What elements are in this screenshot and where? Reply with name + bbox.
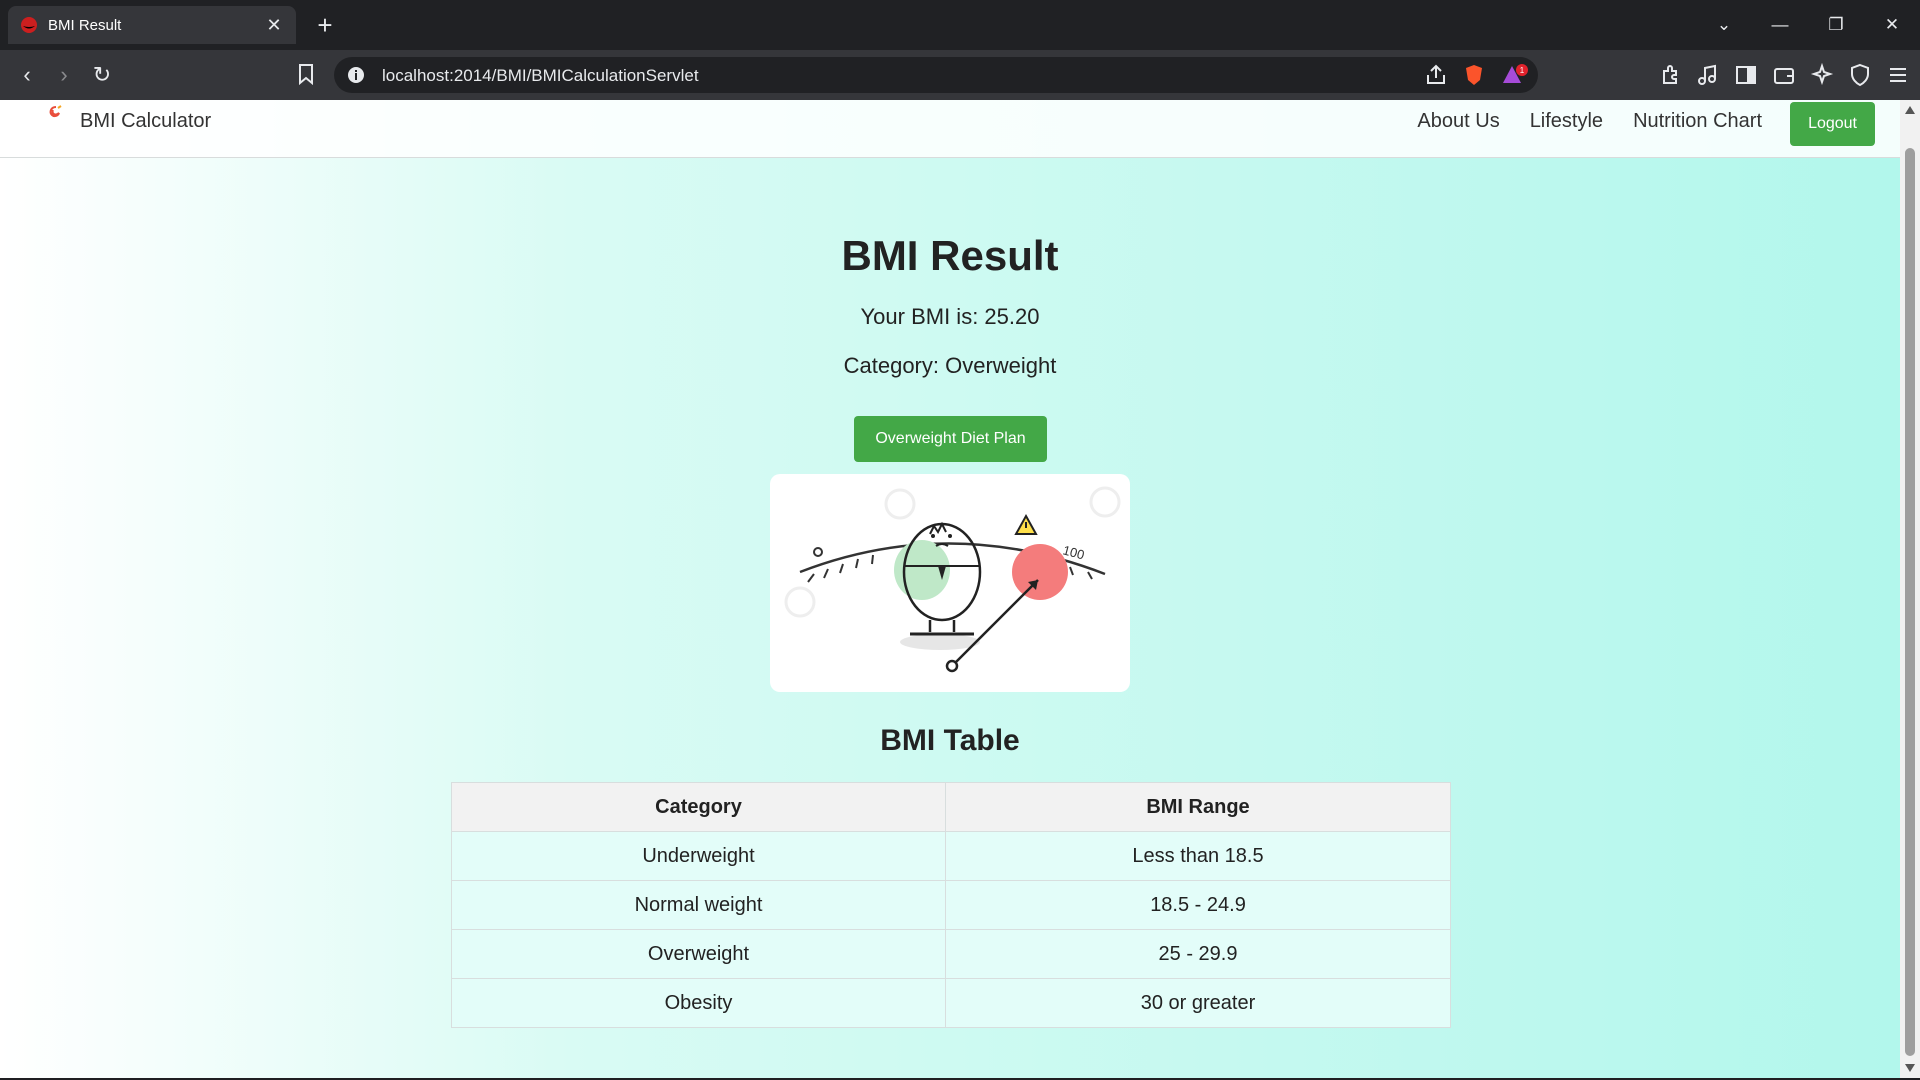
row-range: 25 - 29.9 [945,929,1451,979]
row-category: Normal weight [451,880,946,930]
brand[interactable]: BMI Calculator [44,104,212,133]
reload-icon[interactable]: ↻ [89,63,115,89]
scroll-down-icon[interactable] [1905,1064,1915,1072]
tab-close-icon[interactable]: ✕ [264,15,284,36]
row-range: 18.5 - 24.9 [945,880,1451,930]
browser-tab[interactable]: BMI Result ✕ [8,6,296,44]
menu-icon[interactable] [1886,63,1910,87]
back-icon[interactable]: ‹ [14,63,40,89]
extension-icons [1658,62,1910,87]
bmi-scale-illustration: 100 [770,474,1130,692]
brave-shields-icon[interactable] [1462,63,1486,87]
address-bar[interactable]: localhost:2014/BMI/BMICalculationServlet… [334,57,1538,93]
scroll-up-icon[interactable] [1905,106,1915,114]
window-controls: ⌄ — ❐ ✕ [1696,0,1920,50]
tab-search-icon[interactable]: ⌄ [1696,15,1752,35]
page-scrollbar[interactable] [1900,100,1920,1078]
bmi-table: Category BMI Range Underweight Less than… [451,782,1451,1028]
diet-plan-button[interactable]: Overweight Diet Plan [854,416,1047,462]
redhat-favicon-icon [21,17,37,33]
restore-icon[interactable]: ❐ [1808,15,1864,35]
header-category: Category [451,782,946,832]
page-viewport: BMI Calculator About Us Lifestyle Nutrit… [0,100,1900,1078]
nav-about-us[interactable]: About Us [1417,110,1499,133]
close-window-icon[interactable]: ✕ [1864,15,1920,35]
bmi-category-text: Category: Overweight [843,353,1057,378]
brand-name: BMI Calculator [80,110,212,132]
nav-links: About Us Lifestyle Nutrition Chart [1417,110,1762,133]
vpn-icon[interactable] [1848,63,1872,87]
scrollbar-thumb[interactable] [1905,148,1915,1056]
share-icon[interactable] [1424,63,1448,87]
media-icon[interactable] [1696,63,1720,87]
site-info-icon[interactable] [346,65,366,85]
wallet-icon[interactable] [1772,63,1796,87]
site-navbar: BMI Calculator About Us Lifestyle Nutrit… [0,100,1900,158]
bookmark-icon[interactable] [293,63,319,89]
tab-title: BMI Result [48,16,122,34]
page-title: BMI Result [841,232,1059,279]
logout-button[interactable]: Logout [1790,102,1875,146]
svg-text:1: 1 [1520,66,1525,75]
row-category: Obesity [451,978,946,1028]
table-row: Obesity 30 or greater [451,978,1451,1028]
row-category: Overweight [451,929,946,979]
url-text[interactable]: localhost:2014/BMI/BMICalculationServlet [382,66,699,86]
browser-tab-bar: BMI Result ✕ + ⌄ — ❐ ✕ [0,0,1920,50]
browser-toolbar: ‹ › ↻ localhost:2014/BMI/BMICalculationS… [0,50,1920,100]
table-title: BMI Table [880,724,1020,757]
row-category: Underweight [451,831,946,881]
nav-nutrition-chart[interactable]: Nutrition Chart [1633,110,1762,133]
leo-ai-icon[interactable] [1810,62,1834,87]
brand-logo-icon [49,104,62,117]
row-range: 30 or greater [945,978,1451,1028]
bmi-value-text: Your BMI is: 25.20 [860,304,1040,329]
table-row: Underweight Less than 18.5 [451,831,1451,881]
header-bmi-range: BMI Range [945,782,1451,832]
omnibox-actions: 1 [1424,63,1528,87]
nav-lifestyle[interactable]: Lifestyle [1530,110,1603,133]
extensions-icon[interactable] [1658,63,1682,87]
table-header-row: Category BMI Range [451,782,1451,832]
new-tab-icon[interactable]: + [310,10,340,40]
table-row: Overweight 25 - 29.9 [451,929,1451,979]
brave-rewards-icon[interactable]: 1 [1500,63,1528,87]
row-range: Less than 18.5 [945,831,1451,881]
sidebar-icon[interactable] [1734,63,1758,87]
forward-icon[interactable]: › [51,63,77,89]
table-row: Normal weight 18.5 - 24.9 [451,880,1451,930]
minimize-icon[interactable]: — [1752,15,1808,35]
